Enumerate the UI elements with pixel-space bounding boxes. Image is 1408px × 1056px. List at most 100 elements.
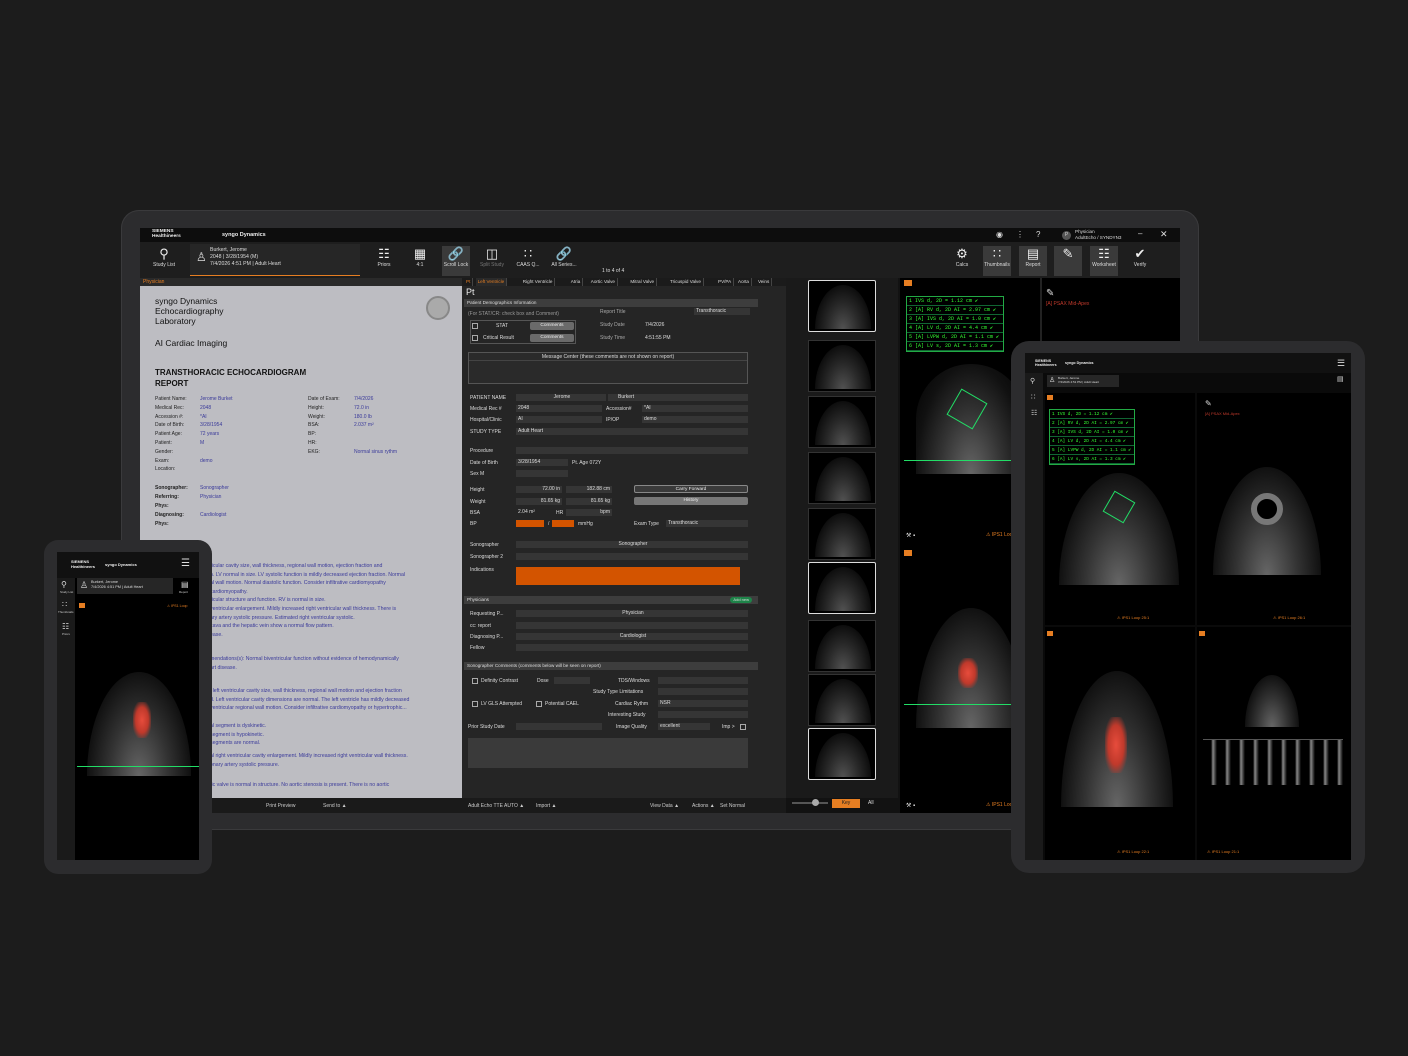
scroll-lock-button[interactable]: 🔗 Scroll Lock xyxy=(442,246,470,276)
cael-checkbox[interactable] xyxy=(536,701,542,707)
stat-comments-button[interactable]: Comments xyxy=(530,322,574,330)
hr-field[interactable]: bpm xyxy=(566,509,612,516)
study-type-lim-select[interactable] xyxy=(658,688,748,695)
tablet-viewport-3[interactable]: ⚠ IPS1 Loop 22:1 xyxy=(1045,627,1195,860)
form-tab[interactable]: Veins xyxy=(756,278,773,286)
imp-checkbox[interactable] xyxy=(740,724,746,730)
tablet-thumbnails-icon[interactable]: ∷ xyxy=(1031,393,1035,401)
more-icon[interactable]: ⋮ xyxy=(1016,230,1024,239)
key-filter-button[interactable]: Key xyxy=(832,799,860,808)
form-tab[interactable]: Aorta xyxy=(736,278,752,286)
patient-banner[interactable]: ♙ Burkert, Jerome 2048 | 3/28/1954 (M) 7… xyxy=(190,244,360,276)
form-tab[interactable]: PV/PA xyxy=(716,278,735,286)
help-icon[interactable]: ? xyxy=(1036,230,1040,239)
calcs-button[interactable]: ⚙ Calcs xyxy=(948,246,976,276)
bp-systolic-field[interactable] xyxy=(516,520,544,527)
tablet-doppler-strip[interactable] xyxy=(1203,739,1343,785)
set-normal-button[interactable]: Set Normal xyxy=(720,803,745,809)
phone-study-list-icon[interactable]: ⚲ xyxy=(61,580,67,589)
ipop-field[interactable]: demo xyxy=(642,416,748,423)
measurement-row[interactable]: 6 [A] LV s, 2D AI = 1.3 cm ✔ xyxy=(1050,455,1134,464)
tablet-ultrasound-small[interactable] xyxy=(1237,667,1307,727)
cc-select[interactable] xyxy=(516,622,748,629)
bell-icon[interactable]: ◉ xyxy=(996,230,1003,239)
form-tab[interactable]: Atria xyxy=(569,278,584,286)
tablet-patient-banner[interactable]: ♙ Burkert, Jerome 7/4/2026 4:51 PM | Adu… xyxy=(1047,375,1119,387)
image-quality-select[interactable]: excellent xyxy=(658,723,710,730)
fellow-select[interactable] xyxy=(516,644,748,651)
first-name-field[interactable]: Jerome xyxy=(516,394,606,401)
verify-button[interactable]: ✔ Verify xyxy=(1126,246,1154,276)
template-button[interactable]: Adult Echo TTE AUTO ▲ xyxy=(468,803,524,809)
indications-field[interactable] xyxy=(516,567,740,585)
phone-ultrasound[interactable] xyxy=(77,672,199,776)
measurement-row[interactable]: 5 [A] LVPW d, 2D AI = 1.1 cm ✔ xyxy=(1050,446,1134,455)
report-tab[interactable]: Physician xyxy=(140,278,462,286)
measurement-row[interactable]: 6 [A] LV s, 2D AI = 1.3 cm ✔ xyxy=(907,342,1003,351)
edit-report-button[interactable]: ✎ xyxy=(1054,246,1082,276)
tds-select[interactable] xyxy=(658,677,748,684)
tools-icon-2[interactable]: ⚒ ▪ xyxy=(906,802,915,809)
dose-select[interactable] xyxy=(554,677,590,684)
measurement-row[interactable]: 4 [A] LV d, 2D AI = 4.4 cm ✔ xyxy=(1050,437,1134,446)
study-list-button[interactable]: ⚲ Study List xyxy=(150,246,178,276)
phone-thumbnails-icon[interactable]: ∷ xyxy=(62,600,67,609)
interesting-select[interactable] xyxy=(658,711,748,718)
tablet-annotation-icon[interactable]: ✎ xyxy=(1205,399,1212,408)
view-data-button[interactable]: View Data ▲ xyxy=(650,803,679,809)
thumb-size-slider[interactable] xyxy=(792,799,828,806)
weight-lb-field[interactable]: 81.65 kg xyxy=(566,498,612,505)
weight-kg-field[interactable]: 81.65 kg xyxy=(516,498,562,505)
measurement-row[interactable]: 2 [A] RV d, 2D AI = 2.97 cm ✔ xyxy=(907,306,1003,315)
layout-button[interactable]: ▦ 4:1 xyxy=(406,246,434,276)
thumbnail[interactable] xyxy=(808,728,876,780)
sonographer-comments-field[interactable] xyxy=(468,738,748,768)
form-tab[interactable]: Aortic Valve xyxy=(589,278,618,286)
measurement-row[interactable]: 1 IVS d, 2D = 1.12 cm ✔ xyxy=(1050,410,1134,419)
actions-button[interactable]: Actions ▲ xyxy=(692,803,715,809)
close-icon[interactable]: ✕ xyxy=(1160,229,1168,240)
carry-forward-button[interactable]: Carry Forward xyxy=(634,485,748,493)
tablet-viewport-2[interactable]: ✎ [A] PSAX Mid-Apex ⚠ IPS1 Loop 26:1 xyxy=(1197,393,1351,625)
tablet-viewport-4[interactable]: ⚠ IPS1 Loop 21:1 xyxy=(1197,627,1351,860)
measurement-row[interactable]: 5 [A] LVPW d, 2D AI = 1.1 cm ✔ xyxy=(907,333,1003,342)
last-name-field[interactable]: Burkert xyxy=(608,394,748,401)
thumbnail[interactable] xyxy=(808,280,876,332)
tablet-ultrasound-plax[interactable] xyxy=(1051,465,1191,585)
procedure-select[interactable] xyxy=(516,447,748,454)
thumbnail[interactable] xyxy=(808,562,876,614)
hospital-field[interactable]: AI xyxy=(516,416,602,423)
thumbnail[interactable] xyxy=(808,674,876,726)
worksheet-button[interactable]: ☷ Worksheet xyxy=(1090,246,1118,276)
measurement-list[interactable]: 1 IVS d, 2D = 1.12 cm ✔ 2 [A] RV d, 2D AI… xyxy=(906,296,1004,352)
print-preview-button[interactable]: Print Preview xyxy=(266,803,295,809)
phone-priors-icon[interactable]: ☷ xyxy=(62,622,69,631)
measurement-row[interactable]: 1 IVS d, 2D = 1.12 cm ✔ xyxy=(907,297,1003,306)
history-button[interactable]: History xyxy=(634,497,748,505)
annotation-icon[interactable]: ✎ xyxy=(1046,288,1054,299)
hamburger-icon[interactable]: ☰ xyxy=(181,558,190,569)
definity-checkbox[interactable] xyxy=(472,678,478,684)
form-tab[interactable]: Left Ventricle xyxy=(475,278,508,286)
report-button[interactable]: ▤ Report xyxy=(1019,246,1047,276)
thumbnail[interactable] xyxy=(808,620,876,672)
sex-select[interactable] xyxy=(516,470,568,477)
tablet-ultrasound-a4c[interactable] xyxy=(1057,667,1177,807)
tablet-hamburger-icon[interactable]: ☰ xyxy=(1337,358,1345,369)
diagnosing-select[interactable]: Cardiologist xyxy=(516,633,748,640)
critical-comments-button[interactable]: Comments xyxy=(530,334,574,342)
thumbnail[interactable] xyxy=(808,396,876,448)
tablet-priors-icon[interactable]: ☷ xyxy=(1031,409,1037,417)
height-cm-field[interactable]: 182.88 cm xyxy=(566,486,612,493)
tablet-study-list-icon[interactable]: ⚲ xyxy=(1030,377,1035,385)
measurement-row[interactable]: 3 [A] IVS d, 2D AI = 1.0 cm ✔ xyxy=(1050,428,1134,437)
tools-icon[interactable]: ⚒ ▪ xyxy=(906,532,915,539)
phone-report-icon[interactable]: ▤ xyxy=(181,580,189,589)
import-button[interactable]: Import ▲ xyxy=(536,803,557,809)
caas-button[interactable]: ∷ CAAS Q... xyxy=(514,246,542,276)
form-tab[interactable]: Right Ventricle xyxy=(521,278,556,286)
bp-diastolic-field[interactable] xyxy=(552,520,574,527)
prior-date-field[interactable] xyxy=(516,723,602,730)
requesting-select[interactable]: Physician xyxy=(516,610,748,617)
phone-patient-banner[interactable]: ♙ Burkert, Jerome 7/4/2026 4:51 PM | Adu… xyxy=(77,578,173,594)
